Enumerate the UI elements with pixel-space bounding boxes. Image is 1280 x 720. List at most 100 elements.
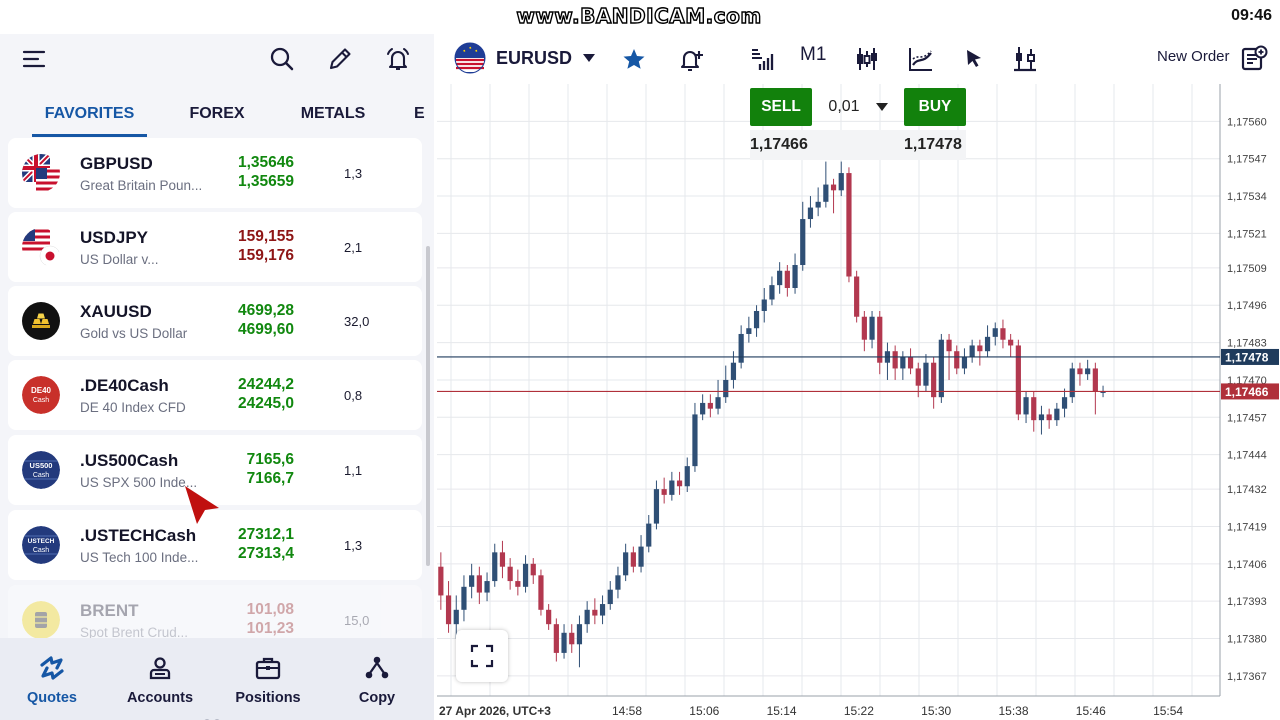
list-item[interactable]: XAUUSD Gold vs US Dollar 4699,28 4699,60… bbox=[8, 286, 422, 356]
candle-type-icon[interactable] bbox=[849, 42, 885, 76]
candle-body bbox=[769, 285, 775, 300]
search-icon[interactable] bbox=[265, 42, 299, 76]
tab-forex[interactable]: FOREX bbox=[172, 92, 262, 136]
candle-body bbox=[492, 552, 498, 582]
quote-symbol: .US500Cash bbox=[80, 451, 179, 470]
quote-spread: 0,8 bbox=[344, 388, 363, 403]
buy-button[interactable]: BUY bbox=[904, 88, 966, 126]
candle-body bbox=[599, 604, 606, 616]
quote-description: US Tech 100 Inde... bbox=[80, 550, 199, 565]
x-tick-label: 27 Apr 2026, UTC+3 bbox=[439, 704, 551, 718]
candle-body bbox=[623, 552, 629, 576]
quote-ask: 101,23 bbox=[246, 620, 294, 637]
nav-copy[interactable]: Copy bbox=[332, 648, 422, 708]
list-item[interactable]: DE40 Cash .DE40Cash DE 40 Index CFD 2424… bbox=[8, 360, 422, 430]
candle-body bbox=[761, 299, 767, 311]
cursor-icon[interactable] bbox=[956, 42, 992, 76]
quote-symbol: BRENT bbox=[80, 601, 139, 620]
lot-size-selector[interactable]: 0,01 bbox=[814, 88, 902, 126]
candle-body bbox=[661, 489, 667, 495]
candle-body bbox=[969, 345, 975, 357]
indicators-icon[interactable] bbox=[903, 42, 939, 76]
candle-body bbox=[1092, 368, 1098, 392]
status-bar: www.BANDICAM.com 09:46 bbox=[0, 0, 1280, 34]
x-tick-label: 15:06 bbox=[689, 704, 719, 718]
quote-spread: 2,1 bbox=[344, 240, 363, 255]
us-jp-flag-icon bbox=[22, 228, 60, 266]
quote-description: Spot Brent Crud... bbox=[80, 625, 189, 638]
ustech-badge-icon: USTECH Cash bbox=[22, 526, 60, 564]
timeframe-selector[interactable]: M1 bbox=[800, 44, 826, 66]
candle-body bbox=[653, 489, 660, 524]
quote-ask: 24245,0 bbox=[237, 395, 294, 412]
candle-body bbox=[923, 362, 929, 386]
bottom-navigation: Quotes Accounts Positions Copy bbox=[0, 638, 434, 720]
quote-description: Gold vs US Dollar bbox=[80, 326, 188, 341]
quote-bid: 159,155 bbox=[237, 228, 294, 245]
y-tick-label: 1,17496 bbox=[1227, 300, 1267, 312]
list-item[interactable]: USDJPY US Dollar v... 159,155 159,176 2,… bbox=[8, 212, 422, 282]
candle-body bbox=[476, 575, 482, 593]
nav-accounts[interactable]: Accounts bbox=[115, 648, 205, 708]
candle-body bbox=[1023, 397, 1029, 415]
new-order-icon[interactable] bbox=[1236, 42, 1272, 76]
edit-icon[interactable] bbox=[323, 42, 357, 76]
candle-body bbox=[607, 589, 613, 605]
candle-body bbox=[938, 339, 944, 398]
menu-icon[interactable] bbox=[17, 42, 51, 76]
price-chart[interactable]: 1,17560 1,17547 1,17534 1,17521 1,17509 1,174… bbox=[437, 84, 1280, 720]
quote-list-scrollbar[interactable] bbox=[426, 246, 430, 566]
nav-positions[interactable]: Positions bbox=[223, 648, 313, 708]
candle-body bbox=[484, 581, 490, 593]
quote-list: GBPUSD Great Britain Poun... 1,35646 1,3… bbox=[0, 138, 426, 638]
depth-icon[interactable] bbox=[744, 42, 780, 76]
quote-description: Great Britain Poun... bbox=[80, 178, 203, 193]
fullscreen-button[interactable] bbox=[456, 630, 508, 682]
quote-ask: 27313,4 bbox=[237, 545, 294, 562]
quote-symbol: GBPUSD bbox=[80, 154, 153, 173]
candlestick-chart[interactable]: 1,17560 1,17547 1,17534 1,17521 1,17509 1,174… bbox=[437, 84, 1280, 720]
candle-body bbox=[553, 624, 559, 653]
quote-symbol: .DE40Cash bbox=[80, 376, 169, 395]
accounts-icon bbox=[149, 657, 171, 680]
alarm-icon[interactable] bbox=[381, 42, 415, 76]
ask-price-line-label: 1,17478 bbox=[1225, 350, 1269, 364]
candle-body bbox=[730, 362, 737, 380]
quote-ask: 7166,7 bbox=[246, 470, 294, 487]
sell-button[interactable]: SELL bbox=[750, 88, 812, 126]
objects-icon[interactable] bbox=[1007, 42, 1043, 76]
x-tick-label: 15:54 bbox=[1153, 704, 1183, 718]
tab-metals[interactable]: METALS bbox=[290, 92, 376, 136]
candle-body bbox=[692, 414, 698, 467]
y-tick-label: 1,17393 bbox=[1227, 596, 1267, 608]
tab-energy[interactable]: E bbox=[414, 92, 434, 136]
new-order-label[interactable]: New Order bbox=[1157, 48, 1230, 65]
list-item[interactable]: BRENT Spot Brent Crud... 101,08 101,23 1… bbox=[8, 585, 422, 638]
quote-description: DE 40 Index CFD bbox=[80, 400, 186, 415]
candle-body bbox=[538, 575, 544, 610]
candle-body bbox=[546, 609, 552, 625]
candle-body bbox=[669, 480, 675, 495]
candle-body bbox=[846, 173, 852, 277]
add-alert-icon[interactable] bbox=[673, 42, 709, 76]
candle-body bbox=[838, 173, 844, 191]
sell-price: 1,17466 bbox=[750, 136, 808, 153]
list-item[interactable]: GBPUSD Great Britain Poun... 1,35646 1,3… bbox=[8, 138, 422, 208]
quote-description: US SPX 500 Inde... bbox=[80, 475, 198, 490]
candle-body bbox=[984, 336, 991, 352]
candle-body bbox=[1031, 397, 1037, 421]
symbol-selector[interactable]: EURUSD bbox=[454, 40, 596, 76]
tab-favorites[interactable]: FAVORITES bbox=[32, 92, 147, 136]
candle-body bbox=[561, 632, 567, 653]
nav-copy-label: Copy bbox=[358, 690, 396, 706]
nav-quotes[interactable]: Quotes bbox=[7, 648, 97, 708]
nav-accounts-label: Accounts bbox=[126, 690, 194, 706]
candle-body bbox=[784, 270, 790, 288]
x-tick-label: 15:46 bbox=[1076, 704, 1106, 718]
y-tick-label: 1,17380 bbox=[1227, 634, 1267, 646]
star-icon[interactable] bbox=[616, 42, 652, 76]
chart-toolbar: EURUSD M1 New Order bbox=[434, 34, 1280, 84]
candle-body bbox=[992, 328, 998, 337]
candle-body bbox=[777, 270, 783, 286]
y-tick-label: 1,17444 bbox=[1227, 450, 1267, 462]
